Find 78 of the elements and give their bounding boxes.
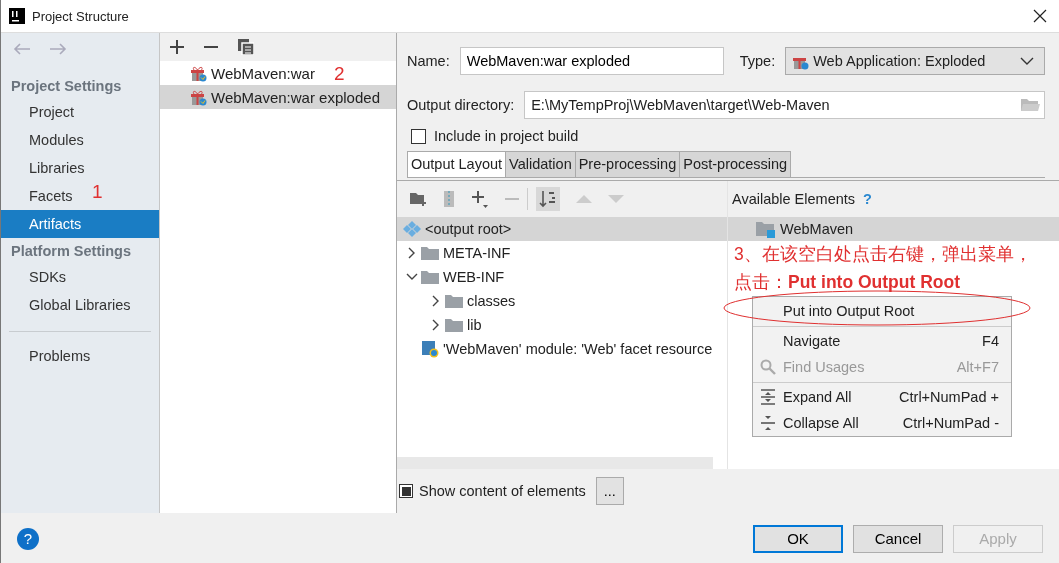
tab[interactable]: Post-processing	[679, 151, 792, 177]
sidebar-item[interactable]: Artifacts	[1, 210, 159, 238]
tree-label: <output root>	[425, 221, 512, 237]
menu-item[interactable]: Expand All Ctrl+NumPad +	[753, 382, 1011, 410]
collapse-all-icon	[760, 414, 776, 431]
name-label: Name:	[407, 53, 450, 69]
folder-icon	[445, 294, 463, 308]
chevron-down-icon	[1020, 57, 1034, 65]
chevron-right-icon[interactable]	[432, 295, 440, 307]
tab[interactable]: Output Layout	[407, 151, 507, 177]
tree-row[interactable]: WEB-INF	[397, 265, 727, 289]
artifact-label: WebMaven:war exploded	[211, 88, 380, 106]
new-folder-icon[interactable]	[409, 191, 427, 207]
output-directory-label: Output directory:	[407, 97, 515, 113]
tree-label: 'WebMaven' module: 'Web' facet resource	[443, 341, 713, 357]
annotation-text: 3、在该空白处点击右键，弹出菜单，点击：Put into Output Root	[734, 243, 1033, 294]
sidebar-heading: Platform Settings	[10, 242, 133, 261]
help-button[interactable]: ?	[17, 527, 39, 550]
menu-item[interactable]: Collapse All Ctrl+NumPad -	[753, 410, 1011, 435]
available-elements-heading: Available Elements	[732, 191, 856, 207]
add-icon[interactable]	[170, 40, 184, 54]
checkbox-label: Include in project build	[434, 128, 579, 144]
chevron-down-icon[interactable]	[406, 273, 418, 281]
annotation-text: 1	[92, 181, 103, 203]
app-logo-icon	[9, 8, 25, 24]
artifact-item[interactable]: WebMaven:war exploded	[160, 85, 396, 109]
search-icon	[760, 358, 776, 375]
type-dropdown[interactable]: Web Application: Exploded	[785, 47, 1045, 75]
sidebar-item[interactable]: Facets	[1, 182, 81, 210]
sort-icon[interactable]	[536, 187, 560, 211]
module-icon	[421, 340, 439, 358]
tree-label: WEB-INF	[443, 269, 505, 285]
folder-icon	[421, 246, 439, 260]
annotation-text: 2	[334, 63, 345, 85]
close-icon[interactable]	[1033, 9, 1047, 23]
gift-box-icon	[190, 88, 207, 106]
artifact-label: WebMaven:war	[211, 64, 315, 82]
dialog-button[interactable]: OK	[753, 524, 843, 553]
module-folder-icon	[756, 220, 776, 238]
checkbox[interactable]	[411, 128, 426, 144]
tree-label: lib	[467, 317, 482, 333]
folder-icon	[445, 318, 463, 332]
sidebar-item[interactable]: Modules	[1, 126, 92, 154]
add-dropdown-icon[interactable]	[471, 190, 489, 208]
copy-icon[interactable]	[238, 39, 254, 55]
output-directory-field[interactable]: E:\MyTempProj\WebMaven\target\Web-Maven	[524, 91, 1045, 119]
chevron-right-icon[interactable]	[432, 319, 440, 331]
menu-item[interactable]: Navigate F4	[753, 326, 1011, 354]
tree-row[interactable]: META-INF	[397, 241, 727, 265]
gift-box-icon	[190, 64, 207, 82]
checkbox-label: Show content of elements	[419, 483, 586, 499]
artifact-item[interactable]: WebMaven:war	[160, 61, 323, 85]
chevron-right-icon[interactable]	[408, 247, 416, 259]
tree-label: classes	[467, 293, 516, 309]
available-element[interactable]: WebMaven	[728, 217, 1059, 241]
tree-row[interactable]: classes	[397, 289, 727, 313]
tree-row[interactable]: 'WebMaven' module: 'Web' facet resource	[397, 337, 727, 361]
tree-row[interactable]: <output root>	[397, 217, 727, 241]
diamond-cluster-icon	[403, 220, 421, 238]
tree-label: META-INF	[443, 245, 511, 261]
folder-icon	[421, 270, 439, 284]
dialog-button[interactable]: Cancel	[853, 524, 943, 553]
tab[interactable]: Validation	[505, 151, 576, 177]
sidebar-item[interactable]: Problems	[1, 342, 99, 370]
scrollbar[interactable]	[397, 457, 713, 469]
expand-all-icon	[760, 388, 776, 405]
more-button[interactable]: ...	[595, 477, 624, 505]
name-field[interactable]: WebMaven:war exploded	[459, 47, 724, 75]
type-label: Type:	[739, 53, 776, 69]
sidebar-item[interactable]: Libraries	[1, 154, 93, 182]
window-title: Project Structure	[32, 8, 130, 24]
sidebar-item[interactable]: SDKs	[1, 263, 75, 291]
sidebar-heading: Project Settings	[10, 77, 123, 96]
sidebar-item[interactable]: Project	[1, 98, 83, 126]
tab[interactable]: Pre-processing	[574, 151, 681, 177]
sidebar-item[interactable]: Global Libraries	[1, 291, 139, 319]
checkbox[interactable]	[399, 484, 413, 498]
tree-row[interactable]: lib	[397, 313, 727, 337]
